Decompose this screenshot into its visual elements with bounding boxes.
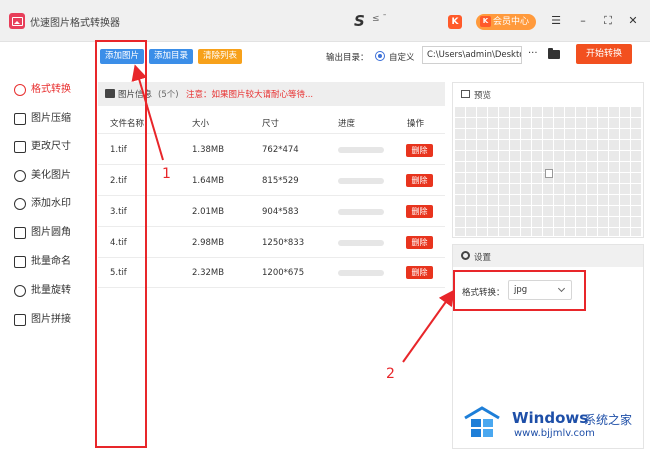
- sidebar-item-format-convert[interactable]: 格式转换: [14, 82, 71, 98]
- app-title: 优速图片格式转换器: [30, 18, 120, 29]
- file-size: 1.38MB: [192, 145, 225, 155]
- delete-button[interactable]: 删除: [406, 266, 433, 279]
- row-divider: [98, 195, 445, 196]
- row-divider: [98, 257, 445, 258]
- delete-button[interactable]: 删除: [406, 205, 433, 218]
- preview-icon: [461, 90, 470, 98]
- add-folder-button[interactable]: 添加目录: [149, 49, 193, 64]
- convert-icon: [14, 84, 26, 96]
- progress-bar: [338, 270, 384, 276]
- row-divider: [98, 226, 445, 227]
- sidebar-item-round-corner[interactable]: 图片圆角: [14, 225, 71, 241]
- palette-icon: [14, 170, 26, 182]
- watermark-url: www.bjjmlv.com: [514, 428, 595, 439]
- rename-icon: [14, 256, 26, 268]
- rotate-icon: [14, 285, 26, 297]
- file-list-note: 注意：如果图片较大请耐心等待...: [186, 90, 314, 100]
- titlebar-misc: ≤ ¯: [372, 14, 387, 24]
- sidebar-item-label: 添加水印: [31, 198, 71, 209]
- annotation-number-1: 1: [162, 166, 171, 182]
- sidebar-item-label: 美化图片: [31, 170, 71, 181]
- file-dimension: 1250*833: [262, 238, 305, 248]
- file-size: 2.98MB: [192, 238, 225, 248]
- file-dimension: 1200*675: [262, 268, 305, 278]
- column-header-size: 大小: [192, 119, 210, 129]
- sidebar-item-watermark[interactable]: 添加水印: [14, 196, 71, 212]
- compress-icon: [14, 113, 26, 125]
- file-size: 2.32MB: [192, 268, 225, 278]
- k-badge-icon[interactable]: K: [448, 15, 462, 29]
- sidebar-item-label: 格式转换: [31, 84, 71, 95]
- progress-bar: [338, 178, 384, 184]
- custom-radio-label: 自定义: [389, 53, 415, 63]
- broken-image-icon: [545, 169, 553, 178]
- column-header-dimension: 尺寸: [262, 119, 280, 129]
- file-size: 2.01MB: [192, 207, 225, 217]
- preview-header: 预览: [461, 89, 491, 101]
- watermark-title: Windows: [512, 409, 589, 427]
- file-dimension: 762*474: [262, 145, 299, 155]
- column-header-action: 操作: [407, 119, 425, 129]
- close-icon[interactable]: ✕: [626, 14, 640, 27]
- progress-bar: [338, 147, 384, 153]
- column-header-progress: 进度: [338, 119, 356, 129]
- annotation-number-2: 2: [386, 366, 395, 382]
- folder-icon[interactable]: [548, 48, 560, 59]
- sidebar-item-label: 图片圆角: [31, 227, 71, 238]
- vip-center-label: 会员中心: [493, 17, 530, 27]
- file-dimension: 904*583: [262, 207, 299, 217]
- minimize-icon[interactable]: –: [576, 14, 590, 27]
- app-logo-icon: [9, 13, 25, 29]
- menu-icon[interactable]: ☰: [549, 14, 563, 27]
- stitch-icon: [14, 314, 26, 326]
- delete-button[interactable]: 删除: [406, 144, 433, 157]
- output-dir-label: 输出目录：: [326, 53, 369, 63]
- sidebar-item-batch-rename[interactable]: 批量命名: [14, 254, 71, 270]
- sidebar-item-compress[interactable]: 图片压缩: [14, 111, 71, 127]
- delete-button[interactable]: 删除: [406, 236, 433, 249]
- title-bar: 优速图片格式转换器 S ≤ ¯ K K 会员中心 ☰ – ⛶ ✕: [0, 0, 650, 42]
- watermark-icon: [14, 198, 26, 210]
- round-corner-icon: [14, 227, 26, 239]
- settings-title: 设置: [474, 253, 492, 263]
- watermark-title-cn: 系统之家: [584, 413, 633, 427]
- file-dimension: 815*529: [262, 176, 299, 186]
- sidebar-item-label: 图片拼接: [31, 314, 71, 325]
- highlight-box-format: [453, 270, 586, 311]
- maximize-icon[interactable]: ⛶: [601, 14, 615, 28]
- progress-bar: [338, 240, 384, 246]
- clear-list-button[interactable]: 清除列表: [198, 49, 242, 64]
- preview-title: 预览: [474, 91, 492, 101]
- file-list-panel: [98, 82, 445, 449]
- more-icon[interactable]: ···: [528, 48, 538, 59]
- start-convert-button[interactable]: 开始转换: [576, 44, 632, 64]
- vip-k-icon: K: [480, 16, 491, 27]
- sidebar-item-stitch[interactable]: 图片拼接: [14, 312, 71, 328]
- delete-button[interactable]: 删除: [406, 174, 433, 187]
- vip-center-button[interactable]: K 会员中心: [476, 14, 536, 30]
- gear-icon: [461, 251, 470, 260]
- row-divider: [98, 287, 445, 288]
- sidebar-item-label: 图片压缩: [31, 113, 71, 124]
- row-divider: [98, 164, 445, 165]
- windows-logo-icon: [464, 406, 500, 437]
- sidebar-item-label: 批量命名: [31, 256, 71, 267]
- sidebar-item-beautify[interactable]: 美化图片: [14, 168, 71, 184]
- custom-radio[interactable]: [375, 51, 385, 61]
- sidebar-item-label: 批量旋转: [31, 285, 71, 296]
- resize-icon: [14, 141, 26, 153]
- sidebar-item-resize[interactable]: 更改尺寸: [14, 139, 71, 155]
- sidebar-item-label: 更改尺寸: [31, 141, 71, 152]
- s-logo-icon[interactable]: S: [354, 12, 365, 30]
- sidebar-item-batch-rotate[interactable]: 批量旋转: [14, 283, 71, 299]
- file-count: (5个): [158, 90, 179, 100]
- row-divider: [98, 133, 445, 134]
- progress-bar: [338, 209, 384, 215]
- settings-header: 设置: [461, 251, 491, 263]
- highlight-box-add-image: [95, 40, 147, 448]
- output-path-input[interactable]: [422, 46, 522, 64]
- file-size: 1.64MB: [192, 176, 225, 186]
